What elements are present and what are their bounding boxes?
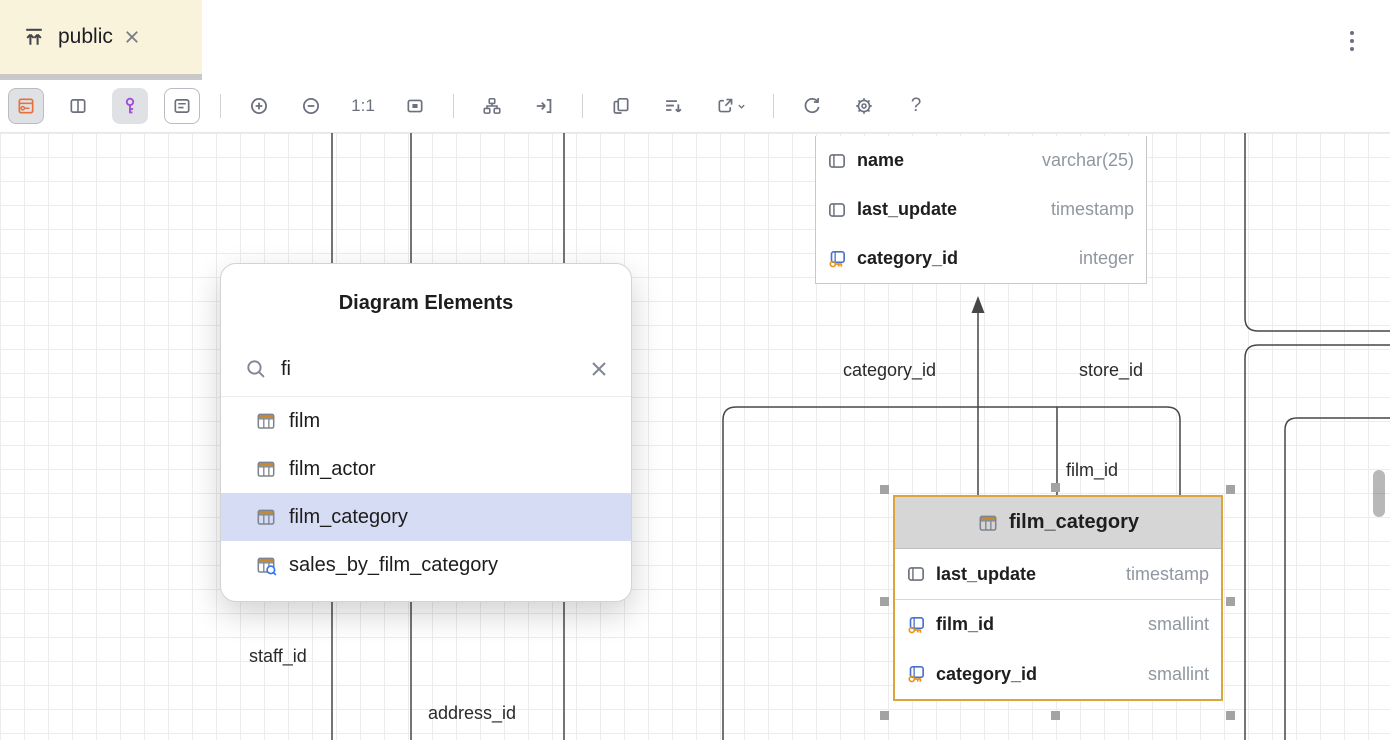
selection-handle[interactable]: [1226, 597, 1235, 606]
copy-button[interactable]: [603, 88, 639, 124]
edge-label-category-id: category_id: [843, 360, 936, 381]
toolbar-separator: [773, 94, 774, 118]
edge-label-film-id: film_id: [1066, 460, 1118, 481]
list-item-sales-by-film-category[interactable]: sales_by_film_category: [221, 541, 631, 589]
column-icon: [826, 199, 848, 221]
actual-size-label: 1:1: [351, 96, 375, 116]
edge-label-staff-id: staff_id: [249, 646, 307, 667]
zoom-out-button[interactable]: [293, 88, 329, 124]
selection-handle[interactable]: [1226, 711, 1235, 720]
jump-to-source-button[interactable]: [526, 88, 562, 124]
clear-search-icon[interactable]: [591, 361, 607, 377]
selection-handle[interactable]: [1226, 485, 1235, 494]
diagram-toolbar: 1:1: [0, 80, 1390, 133]
table-header[interactable]: film_category: [895, 497, 1221, 549]
tab-close-icon[interactable]: [125, 30, 139, 44]
export-icon: [715, 96, 735, 116]
list-item-film-category[interactable]: film_category: [221, 493, 631, 541]
list-item-film[interactable]: film: [221, 397, 631, 445]
selection-handle[interactable]: [1051, 483, 1060, 492]
layout-hierarchy-button[interactable]: [474, 88, 510, 124]
table-node-film-category[interactable]: film_category last_update timestamp film…: [893, 495, 1223, 701]
help-button[interactable]: ?: [898, 88, 934, 124]
selection-handle[interactable]: [880, 597, 889, 606]
table-node-category[interactable]: name varchar(25) last_update timestamp: [815, 136, 1147, 284]
key-columns-toggle-button[interactable]: [112, 88, 148, 124]
table-properties-toggle-button[interactable]: [8, 88, 44, 124]
split-columns-toggle-button[interactable]: [60, 88, 96, 124]
list-item-label: sales_by_film_category: [289, 554, 498, 577]
column-icon: [826, 150, 848, 172]
table-icon: [977, 512, 999, 534]
column-row[interactable]: name varchar(25): [816, 136, 1146, 185]
table-icon: [255, 506, 277, 528]
zoom-in-button[interactable]: [241, 88, 277, 124]
popup-search-row: [221, 342, 631, 396]
actual-size-button[interactable]: 1:1: [345, 88, 381, 124]
fit-content-button[interactable]: [397, 88, 433, 124]
table-title: film_category: [1009, 511, 1139, 534]
edge-label-store-id: store_id: [1079, 360, 1143, 381]
key-column-icon: [905, 614, 927, 636]
list-item-label: film: [289, 410, 320, 433]
table-icon: [255, 410, 277, 432]
diagram-elements-popup: Diagram Elements film: [220, 263, 632, 602]
key-column-icon: [826, 248, 848, 270]
diagram-tab-icon: [22, 25, 46, 49]
key-column-icon: [905, 663, 927, 685]
sort-columns-button[interactable]: [655, 88, 691, 124]
search-icon: [245, 358, 267, 380]
vertical-scrollbar-thumb[interactable]: [1373, 470, 1385, 517]
toolbar-separator: [453, 94, 454, 118]
settings-gear-icon[interactable]: [846, 88, 882, 124]
search-input[interactable]: [281, 358, 577, 381]
list-item-label: film_category: [289, 506, 408, 529]
toolbar-separator: [220, 94, 221, 118]
tab-bar: public: [0, 0, 1390, 80]
diagram-canvas[interactable]: category_id store_id film_id staff_id ad…: [0, 133, 1390, 740]
table-icon: [255, 458, 277, 480]
column-icon: [905, 563, 927, 585]
selection-handle[interactable]: [1051, 711, 1060, 720]
chevron-down-icon: [737, 102, 746, 111]
selection-handle[interactable]: [880, 711, 889, 720]
list-item-label: film_actor: [289, 458, 376, 481]
edge-label-address-id: address_id: [428, 703, 516, 724]
tab-public[interactable]: public: [0, 0, 202, 74]
view-icon: [255, 554, 277, 576]
selection-handle[interactable]: [880, 485, 889, 494]
arrow-up-head: [972, 296, 985, 313]
refresh-button[interactable]: [794, 88, 830, 124]
tab-title: public: [58, 25, 113, 49]
comment-toggle-button[interactable]: [164, 88, 200, 124]
column-row[interactable]: film_id smallint: [895, 599, 1221, 649]
column-row[interactable]: category_id integer: [816, 234, 1146, 283]
list-item-film-actor[interactable]: film_actor: [221, 445, 631, 493]
app-window: public: [0, 0, 1390, 740]
toolbar-separator: [582, 94, 583, 118]
column-row[interactable]: last_update timestamp: [816, 185, 1146, 234]
column-row[interactable]: category_id smallint: [895, 649, 1221, 699]
column-row[interactable]: last_update timestamp: [895, 549, 1221, 599]
export-diagram-button[interactable]: [707, 88, 753, 124]
help-icon: ?: [911, 95, 922, 117]
more-options-icon[interactable]: [1338, 27, 1366, 55]
popup-title: Diagram Elements: [221, 264, 631, 342]
